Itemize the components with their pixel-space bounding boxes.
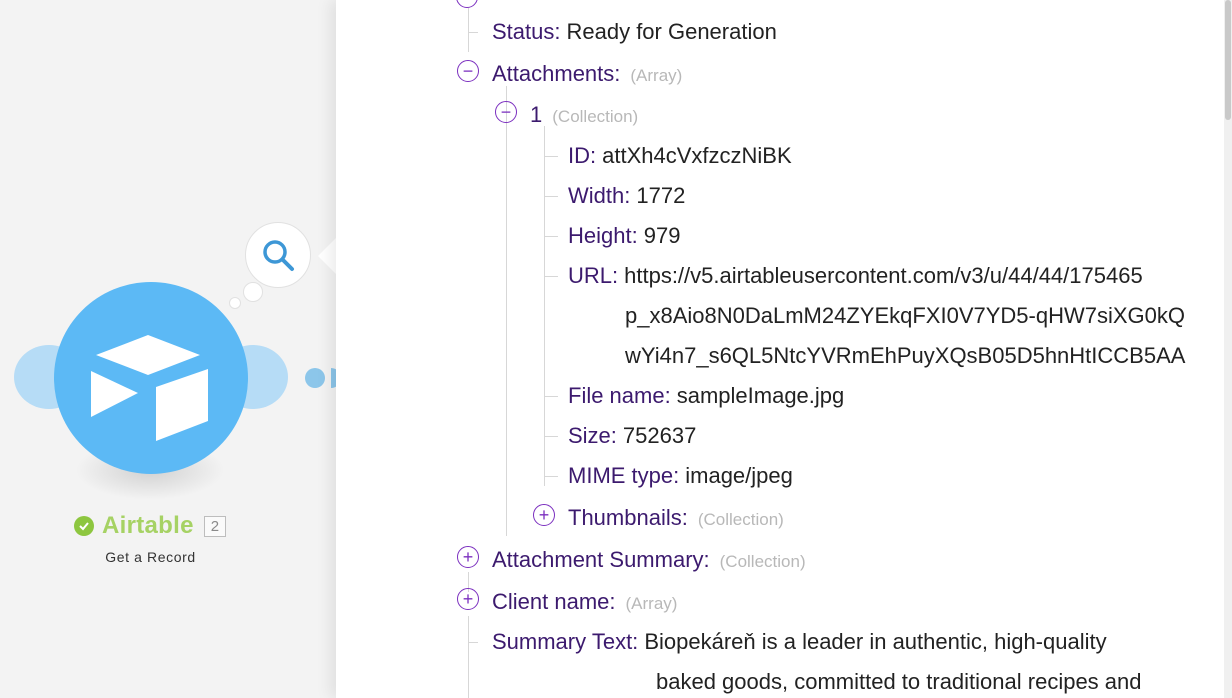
field-client-name: Client name: (Array) [492, 589, 677, 617]
inspect-bubble[interactable] [245, 222, 311, 288]
summary-continuation-line: baked goods, committed to traditional re… [656, 669, 1142, 694]
tree-line [544, 156, 558, 157]
field-summary-text: Summary Text: Biopekáreň is a leader in a… [492, 629, 1107, 655]
tree-line [506, 86, 507, 536]
tree-line [544, 126, 545, 486]
tree-line [468, 642, 478, 643]
field-size: Size: 752637 [568, 423, 696, 449]
field-attachment-item: 1 (Collection) [530, 102, 638, 130]
field-key: 1 [530, 102, 543, 127]
field-status: Status: Ready for Generation [492, 19, 777, 45]
field-value: image/jpeg [685, 463, 793, 488]
field-key: Client name: [492, 589, 616, 614]
panel-pointer [318, 238, 336, 274]
field-key: Status: [492, 19, 561, 44]
field-thumbnails: Thumbnails: (Collection) [568, 505, 784, 533]
tree-line [468, 8, 469, 52]
bubble-small [229, 297, 241, 309]
field-key: URL: [568, 263, 619, 288]
field-value: Biopekáreň is a leader in authentic, hig… [644, 629, 1107, 654]
collapse-toggle-item-1[interactable]: − [495, 101, 517, 123]
module-id-badge: 2 [203, 515, 227, 537]
panel-scrollbar[interactable] [1224, 0, 1232, 698]
field-height: Height: 979 [568, 223, 680, 249]
field-value: attXh4cVxfzczNiBK [602, 143, 792, 168]
field-key: Height: [568, 223, 638, 248]
field-key: ID: [568, 143, 597, 168]
expand-toggle-attachment-summary[interactable]: + [457, 546, 479, 568]
field-key: Attachments: [492, 61, 621, 86]
field-value: 752637 [622, 423, 697, 448]
field-type: (Collection) [697, 510, 784, 529]
field-value: sampleImage.jpg [676, 383, 845, 408]
module-title: Airtable 2 [74, 512, 227, 540]
tree-line [468, 616, 469, 698]
scrollbar-thumb[interactable] [1225, 0, 1231, 120]
search-icon [263, 240, 294, 271]
field-key: Thumbnails: [568, 505, 688, 530]
tree-line [544, 236, 558, 237]
field-value: 1772 [636, 183, 686, 208]
field-key: File name: [568, 383, 671, 408]
field-key: Size: [568, 423, 617, 448]
airtable-logo-icon [91, 335, 208, 441]
tree-line [544, 436, 558, 437]
field-attachments: Attachments: (Array) [492, 61, 682, 89]
connection-dot[interactable] [305, 368, 325, 388]
tree-line [468, 32, 478, 33]
field-attachment-summary: Attachment Summary: (Collection) [492, 547, 806, 575]
field-value: Ready for Generation [566, 19, 777, 44]
expand-toggle-client-name[interactable]: + [457, 588, 479, 610]
collapse-toggle-attachments[interactable]: − [457, 60, 479, 82]
tree-line [544, 396, 558, 397]
field-key: Width: [568, 183, 631, 208]
module-name: Airtable [102, 512, 194, 539]
field-type: (Collection) [719, 552, 806, 571]
bubble-mid [243, 282, 263, 302]
field-mime-type: MIME type: image/jpeg [568, 463, 793, 489]
output-inspector-panel: − Status:Ready for Generation − Attachme… [336, 0, 1232, 698]
field-type: (Array) [630, 66, 683, 85]
field-file-name: File name: sampleImage.jpg [568, 383, 844, 409]
field-width: Width: 1772 [568, 183, 685, 209]
tree-line [544, 196, 558, 197]
field-value: 979 [643, 223, 681, 248]
field-type: (Array) [625, 594, 678, 613]
field-key: Summary Text: [492, 629, 639, 654]
field-value: https://v5.airtableusercontent.com/v3/u/… [624, 263, 1143, 288]
module-action-label: Get a Record [105, 549, 196, 565]
field-key: MIME type: [568, 463, 680, 488]
airtable-module[interactable] [54, 282, 248, 474]
url-continuation-line: wYi4n7_s6QL5NtcYVRmEhPuyXQsB05D5hnHtICCB… [625, 343, 1186, 368]
tree-line [544, 276, 558, 277]
expand-toggle-thumbnails[interactable]: + [533, 504, 555, 526]
tree-line [544, 476, 558, 477]
field-url: URL: https://v5.airtableusercontent.com/v… [568, 263, 1143, 289]
scenario-canvas: Airtable 2 Get a Record [0, 0, 341, 698]
field-type: (Collection) [552, 107, 639, 126]
check-icon [74, 516, 94, 536]
field-key: Attachment Summary: [492, 547, 710, 572]
field-id: ID: attXh4cVxfzczNiBK [568, 143, 792, 169]
url-continuation-line: p_x8Aio8N0DaLmM24ZYEkqFXI0V7YD5-qHW7siXG… [625, 303, 1186, 328]
collapse-toggle-top[interactable]: − [456, 0, 478, 8]
